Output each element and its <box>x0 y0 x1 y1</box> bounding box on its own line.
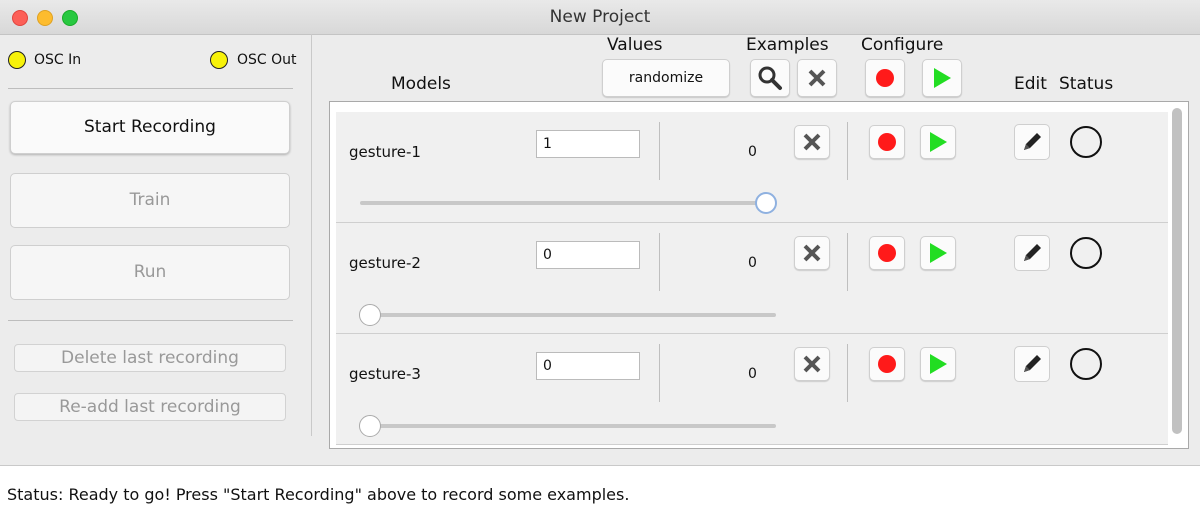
model-status-indicator <box>1070 348 1102 380</box>
model-row: gesture-3 0 0 <box>336 334 1168 445</box>
model-slider[interactable] <box>359 415 776 437</box>
model-name: gesture-1 <box>349 143 421 161</box>
column-divider <box>659 344 660 402</box>
search-examples-button[interactable] <box>750 59 790 97</box>
play-all-button[interactable] <box>922 59 962 97</box>
osc-in-label: OSC In <box>34 52 82 68</box>
model-slider[interactable] <box>359 304 776 326</box>
model-name: gesture-3 <box>349 365 421 383</box>
pencil-icon <box>1024 355 1041 372</box>
column-divider <box>847 122 848 180</box>
model-value-input[interactable]: 0 <box>536 352 640 380</box>
status-text: Status: Ready to go! Press "Start Record… <box>7 485 630 504</box>
close-icon <box>803 355 821 373</box>
record-icon <box>876 69 894 87</box>
record-model-button[interactable] <box>869 347 905 381</box>
record-model-button[interactable] <box>869 236 905 270</box>
play-icon <box>934 68 951 88</box>
example-count: 0 <box>748 366 757 382</box>
model-row: gesture-1 1 0 <box>336 112 1168 223</box>
example-count: 0 <box>748 144 757 160</box>
title-bar: New Project <box>0 0 1200 35</box>
column-divider <box>659 233 660 291</box>
window-title: New Project <box>549 7 651 27</box>
model-row: gesture-2 0 0 <box>336 223 1168 334</box>
osc-in-indicator-icon <box>8 51 26 69</box>
play-model-button[interactable] <box>920 125 956 159</box>
column-divider <box>659 122 660 180</box>
models-header: Models <box>391 74 451 94</box>
close-icon <box>803 244 821 262</box>
play-icon <box>930 243 947 263</box>
edit-model-button[interactable] <box>1014 124 1050 160</box>
record-icon <box>878 355 896 373</box>
model-name: gesture-2 <box>349 254 421 272</box>
slider-knob[interactable] <box>359 415 381 437</box>
run-button[interactable]: Run <box>10 245 290 300</box>
search-icon <box>758 66 782 90</box>
record-model-button[interactable] <box>869 125 905 159</box>
column-divider <box>847 233 848 291</box>
status-header: Status <box>1059 74 1114 94</box>
start-recording-button[interactable]: Start Recording <box>10 101 290 154</box>
configure-header: Configure <box>861 35 944 55</box>
values-header: Values <box>607 35 663 55</box>
model-value-input[interactable]: 0 <box>536 241 640 269</box>
example-count: 0 <box>748 255 757 271</box>
delete-last-recording-button[interactable]: Delete last recording <box>14 344 286 372</box>
osc-out-label: OSC Out <box>237 52 297 68</box>
sidebar-divider <box>8 88 293 89</box>
vertical-scrollbar[interactable] <box>1172 108 1182 434</box>
status-bar: Status: Ready to go! Press "Start Record… <box>0 465 1200 519</box>
slider-knob[interactable] <box>755 192 777 214</box>
delete-all-examples-button[interactable] <box>797 59 837 97</box>
close-icon <box>808 69 826 87</box>
pencil-icon <box>1024 133 1041 150</box>
play-icon <box>930 354 947 374</box>
randomize-button[interactable]: randomize <box>602 59 730 97</box>
edit-header: Edit <box>1014 74 1047 94</box>
delete-examples-button[interactable] <box>794 236 830 270</box>
slider-knob[interactable] <box>359 304 381 326</box>
play-model-button[interactable] <box>920 347 956 381</box>
record-all-button[interactable] <box>865 59 905 97</box>
model-status-indicator <box>1070 126 1102 158</box>
record-icon <box>878 244 896 262</box>
sidebar-divider <box>8 320 293 321</box>
examples-header: Examples <box>746 35 829 55</box>
train-button[interactable]: Train <box>10 173 290 228</box>
edit-model-button[interactable] <box>1014 346 1050 382</box>
models-panel: gesture-1 1 0 gesture-2 0 0 gesture-3 0 … <box>329 101 1189 449</box>
record-icon <box>878 133 896 151</box>
play-model-button[interactable] <box>920 236 956 270</box>
close-icon <box>803 133 821 151</box>
model-slider[interactable] <box>360 192 777 214</box>
column-divider <box>847 344 848 402</box>
pencil-icon <box>1024 244 1041 261</box>
readd-last-recording-button[interactable]: Re-add last recording <box>14 393 286 421</box>
delete-examples-button[interactable] <box>794 125 830 159</box>
osc-out-indicator-icon <box>210 51 228 69</box>
edit-model-button[interactable] <box>1014 235 1050 271</box>
model-value-input[interactable]: 1 <box>536 130 640 158</box>
delete-examples-button[interactable] <box>794 347 830 381</box>
play-icon <box>930 132 947 152</box>
model-status-indicator <box>1070 237 1102 269</box>
sidebar: OSC In OSC Out Start Recording Train Run… <box>0 34 312 436</box>
